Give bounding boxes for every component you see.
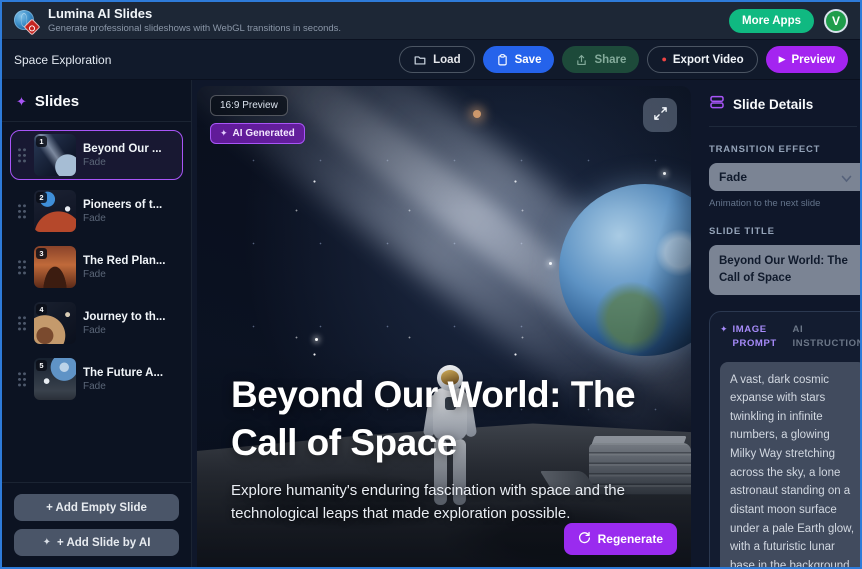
avatar[interactable]: V [824, 9, 848, 33]
tab-ai-instructions[interactable]: AI INSTRUCTIONS [793, 323, 862, 352]
play-icon: ▶ [779, 55, 786, 64]
slide-title-label: SLIDE TITLE [709, 226, 860, 237]
drag-handle-icon[interactable] [17, 315, 27, 332]
app-window: Lumina AI Slides Generate professional s… [0, 0, 862, 569]
add-slide-by-ai-button[interactable]: ✦ + Add Slide by AI [14, 529, 179, 556]
app-title: Lumina AI Slides [48, 6, 341, 22]
slide-thumbnail: 1 [34, 134, 76, 176]
slide-thumbnail: 4 [34, 302, 76, 344]
star [663, 172, 666, 175]
image-prompt-card: ✦ IMAGE PROMPT AI INSTRUCTIONS A vast, d… [709, 311, 862, 569]
slide-subtitle-display: Explore humanity's enduring fascination … [231, 480, 663, 525]
app-subtitle: Generate professional slideshows with We… [48, 23, 341, 35]
slide-list-item-4[interactable]: 4 Journey to th... Fade [10, 298, 183, 348]
load-button[interactable]: Load [399, 46, 474, 73]
share-button[interactable]: Share [562, 46, 639, 73]
slide-item-title: The Red Plan... [83, 255, 165, 267]
preview-button[interactable]: ▶ Preview [766, 46, 848, 73]
drag-handle-icon[interactable] [17, 259, 27, 276]
add-empty-slide-button[interactable]: + Add Empty Slide [14, 494, 179, 521]
app-title-block: Lumina AI Slides Generate professional s… [48, 6, 341, 34]
slide-number-badge: 5 [36, 360, 47, 371]
regenerate-button[interactable]: Regenerate [564, 523, 677, 555]
drag-handle-icon[interactable] [17, 371, 27, 388]
bright-star [473, 110, 481, 118]
sparkles-icon: ✦ [43, 537, 51, 548]
tab-image-prompt[interactable]: ✦ IMAGE PROMPT [720, 323, 781, 352]
slides-sidebar: ✦ Slides 1 Beyond Our ... Fade [2, 80, 192, 567]
slides-title: Slides [35, 93, 79, 110]
drag-handle-icon[interactable] [17, 147, 27, 164]
sidebar-footer: + Add Empty Slide ✦ + Add Slide by AI [2, 482, 191, 567]
details-header: Slide Details [709, 94, 857, 127]
save-button[interactable]: Save [483, 46, 555, 73]
slide-details-icon [709, 94, 725, 115]
slide-number-badge: 4 [36, 304, 47, 315]
slide-number-badge: 1 [36, 136, 47, 147]
chevron-down-icon [841, 172, 852, 186]
slide-item-transition: Fade [83, 157, 162, 168]
slide-list-item-1[interactable]: 1 Beyond Our ... Fade [10, 130, 183, 180]
slide-title-input[interactable]: Beyond Our World: The Call of Space [709, 245, 862, 295]
sparkles-icon: ✦ [220, 128, 228, 139]
aspect-ratio-badge: 16:9 Preview [210, 95, 288, 116]
project-toolbar: Space Exploration Load Save Share ● Expo… [2, 40, 860, 80]
slide-item-title: Beyond Our ... [83, 143, 162, 155]
star [549, 262, 552, 265]
slide-item-transition: Fade [83, 325, 165, 336]
more-apps-button[interactable]: More Apps [729, 9, 814, 33]
prompt-tabs: ✦ IMAGE PROMPT AI INSTRUCTIONS [720, 323, 862, 352]
project-name: Space Exploration [14, 53, 111, 67]
slide-title-display: Beyond Our World: The Call of Space [231, 371, 679, 467]
slide-thumbnail: 3 [34, 246, 76, 288]
share-icon [575, 53, 588, 67]
slide-item-title: Journey to th... [83, 311, 165, 323]
slide-thumbnail: 5 [34, 358, 76, 400]
slide-list-item-2[interactable]: 2 Pioneers of t... Fade [10, 186, 183, 236]
slide-caption: Beyond Our World: The Call of Space Expl… [231, 371, 679, 525]
transition-help-text: Animation to the next slide [709, 198, 860, 209]
slides-header: ✦ Slides [2, 80, 191, 122]
slide-details-panel: Slide Details TRANSITION EFFECT Fade Ani… [697, 80, 860, 567]
slide-item-title: Pioneers of t... [83, 199, 162, 211]
slide-item-title: The Future A... [83, 367, 163, 379]
expand-fullscreen-button[interactable] [643, 98, 677, 132]
slide-preview-canvas: 16:9 Preview ✦ AI Generated Beyond Our W… [197, 86, 691, 567]
slide-list-item-5[interactable]: 5 The Future A... Fade [10, 354, 183, 404]
ai-generated-badge: ✦ AI Generated [210, 123, 305, 144]
refresh-icon [578, 531, 591, 547]
slide-number-badge: 2 [36, 192, 47, 203]
transition-effect-label: TRANSITION EFFECT [709, 144, 860, 155]
transition-effect-select[interactable]: Fade [709, 163, 862, 191]
sparkles-icon: ✦ [16, 94, 27, 110]
app-logo-icon [14, 9, 38, 33]
details-title: Slide Details [733, 97, 813, 112]
slide-thumbnail: 2 [34, 190, 76, 232]
slide-item-transition: Fade [83, 213, 162, 224]
sparkles-icon: ✦ [720, 324, 728, 352]
record-dot-icon: ● [661, 55, 666, 64]
load-icon [413, 53, 427, 67]
slide-item-transition: Fade [83, 381, 163, 392]
drag-handle-icon[interactable] [17, 203, 27, 220]
slide-item-transition: Fade [83, 269, 165, 280]
star [315, 338, 318, 341]
expand-icon [653, 106, 668, 124]
clipboard-icon [496, 53, 509, 67]
app-header: Lumina AI Slides Generate professional s… [2, 2, 860, 40]
image-prompt-input[interactable]: A vast, dark cosmic expanse with stars t… [720, 362, 862, 569]
slide-list-item-3[interactable]: 3 The Red Plan... Fade [10, 242, 183, 292]
slide-number-badge: 3 [36, 248, 47, 259]
export-video-button[interactable]: ● Export Video [647, 46, 757, 73]
slide-list: 1 Beyond Our ... Fade 2 Pioneers of t...… [2, 122, 191, 482]
